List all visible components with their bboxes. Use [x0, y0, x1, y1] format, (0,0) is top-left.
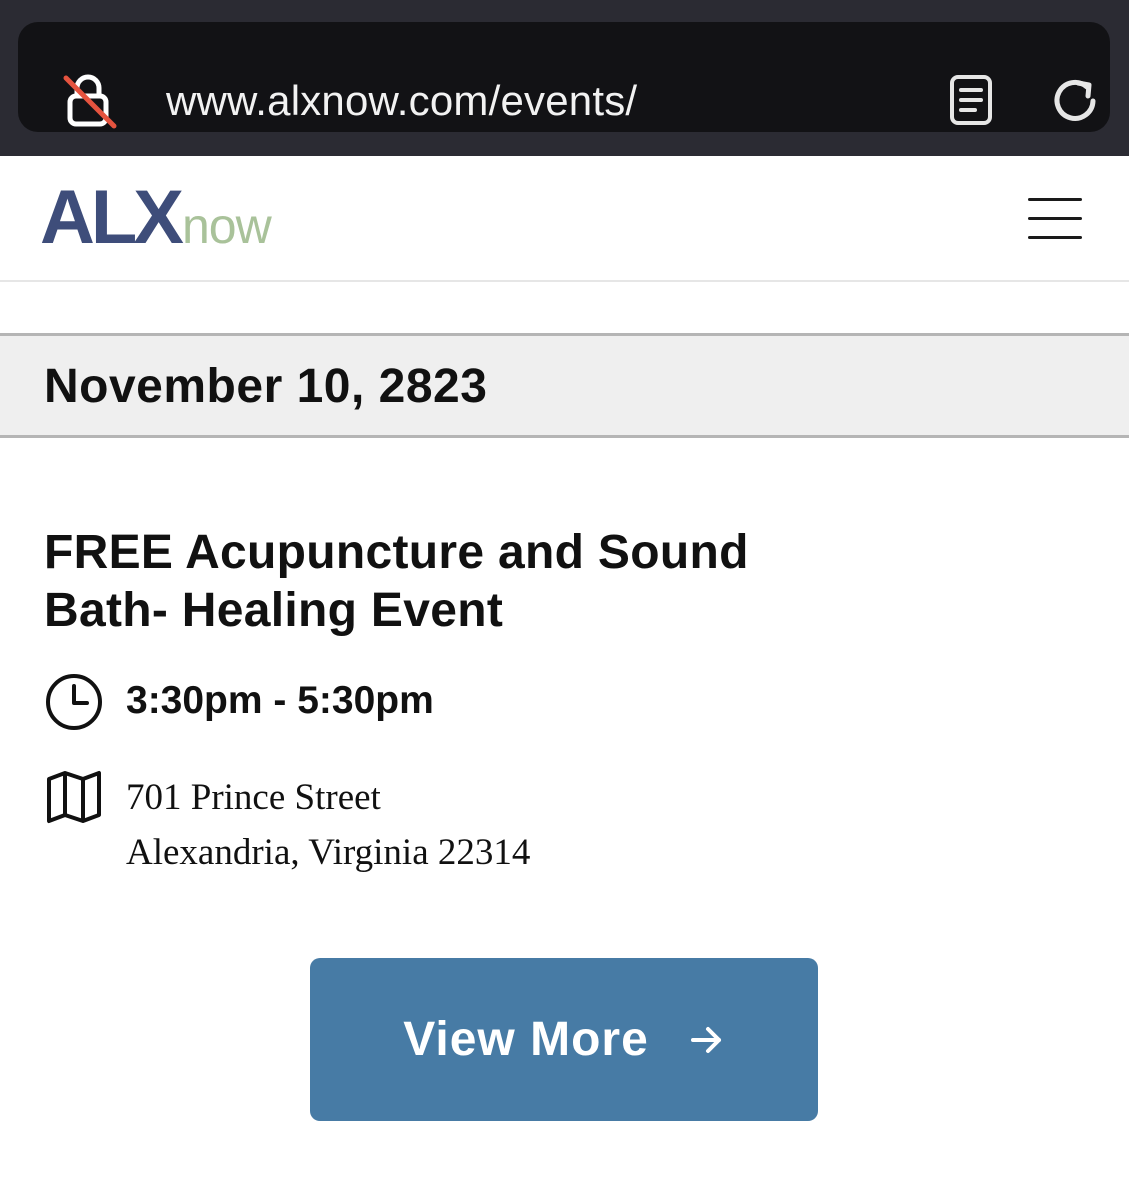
event-title[interactable]: FREE Acupuncture and Sound Bath- Healing…: [44, 524, 864, 640]
map-icon: [47, 771, 101, 823]
view-more-label: View More: [403, 1013, 649, 1066]
address-line-1: 701 Prince Street: [126, 777, 381, 818]
reader-mode-icon[interactable]: [948, 74, 994, 126]
browser-toolbar: www.alxnow.com/events/: [0, 0, 1129, 156]
date-heading-band: November 10, 2823: [0, 333, 1129, 438]
logo-secondary-text: now: [182, 198, 272, 254]
event-date: November 10, 2823: [44, 360, 488, 413]
url-text[interactable]: www.alxnow.com/events/: [166, 74, 637, 128]
arrow-right-icon: [690, 1026, 721, 1053]
site-logo[interactable]: ALXnow: [40, 175, 272, 260]
address-bar[interactable]: www.alxnow.com/events/: [18, 22, 1110, 132]
hamburger-menu-icon[interactable]: [1028, 196, 1082, 240]
view-more-button[interactable]: View More: [310, 958, 818, 1121]
address-line-2: Alexandria, Virginia 22314: [126, 832, 531, 873]
site-header: ALXnow: [0, 156, 1129, 282]
lock-slashed-icon[interactable]: [62, 72, 118, 130]
reload-icon[interactable]: [1048, 74, 1102, 128]
event-time: 3:30pm - 5:30pm: [126, 679, 434, 722]
event-address: 701 Prince Street Alexandria, Virginia 2…: [126, 770, 530, 880]
logo-primary-text: ALX: [40, 175, 184, 260]
clock-icon: [46, 674, 102, 730]
